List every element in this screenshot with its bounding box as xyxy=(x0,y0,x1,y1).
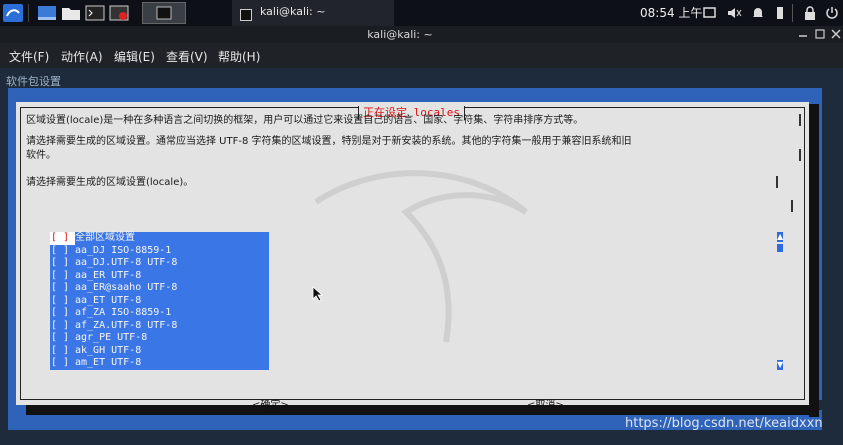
dialog-description: 区域设置(locale)是一种在多种语言之间切换的框架，用户可以通过它来设置自己… xyxy=(26,115,584,126)
locale-list-item[interactable]: [ ] aa_DJ.UTF-8 UTF-8 xyxy=(50,257,177,270)
terminal-header: 软件包设置 xyxy=(6,75,61,88)
kali-menu-icon[interactable] xyxy=(2,3,24,23)
lock-icon[interactable] xyxy=(802,5,824,25)
locale-checkbox[interactable]: [ ] xyxy=(50,320,75,333)
show-desktop-icon[interactable] xyxy=(36,3,58,23)
locale-checkbox[interactable]: [ ] xyxy=(50,357,75,370)
terminal-area[interactable]: 软件包设置 正在设定 locales 区域设置(locale)是一种在多种语言之… xyxy=(0,68,843,445)
locale-label: agr_PE UTF-8 xyxy=(75,332,148,343)
close-icon[interactable] xyxy=(831,28,841,43)
locale-list-item[interactable]: [ ] af_ZA ISO-8859-1 xyxy=(50,307,171,320)
dialog-instruction: 请选择需要生成的区域设置。通常应当选择 UTF-8 字符集的区域设置，特别是对于… xyxy=(26,136,632,147)
locale-label: af_ZA ISO-8859-1 xyxy=(75,307,172,318)
scroll-thumb[interactable] xyxy=(777,244,783,252)
menu-actions[interactable]: 动作(A) xyxy=(61,48,103,65)
locale-checkbox[interactable]: [ ] xyxy=(50,345,75,358)
taskbar: kali@kali: ~ 08:54 上午 xyxy=(0,0,843,26)
list-scrollbar[interactable]: ▲ ▼ xyxy=(777,232,783,370)
locale-checkbox[interactable]: [ ] xyxy=(50,270,75,283)
window-titlebar[interactable]: kali@kali: ~ xyxy=(0,26,843,43)
locale-label: aa_ET UTF-8 xyxy=(75,294,142,306)
terminal-icon[interactable] xyxy=(84,3,106,23)
locale-label: am_ET UTF-8 xyxy=(75,357,142,368)
menu-edit[interactable]: 编辑(E) xyxy=(114,48,155,65)
locale-list-item[interactable]: [ ] aa_DJ ISO-8859-1 xyxy=(50,245,171,258)
clock-time: 08:54 xyxy=(640,6,675,20)
locale-label: aa_ER@saaho UTF-8 xyxy=(75,282,178,293)
window-title: kali@kali: ~ xyxy=(367,28,433,41)
locale-list-item[interactable]: [ ] aa_ER UTF-8 xyxy=(50,270,141,283)
locale-label: aa_DJ.UTF-8 UTF-8 xyxy=(75,257,178,268)
locale-list-item[interactable]: [ ] am_ET UTF-8 xyxy=(50,357,141,370)
maximize-icon[interactable] xyxy=(815,28,825,43)
locale-checkbox[interactable]: [ ] xyxy=(50,232,75,245)
power-icon[interactable] xyxy=(824,5,843,25)
mouse-pointer-icon xyxy=(312,286,324,306)
scroll-up-icon[interactable]: ▲ xyxy=(777,232,783,242)
locale-checklist[interactable]: [ ] 全部区域设置[ ] aa_DJ ISO-8859-1[ ] aa_DJ.UTF… xyxy=(50,232,269,370)
menubar: 文件(F) 动作(A) 编辑(E) 查看(V) 帮助(H) xyxy=(0,43,843,68)
locale-label: aa_DJ ISO-8859-1 xyxy=(75,244,172,256)
volume-icon[interactable] xyxy=(726,5,748,25)
watermark-url: https://blog.csdn.net/keaidxxn xyxy=(625,416,823,431)
dialog-shadow xyxy=(809,104,819,417)
divider xyxy=(792,4,793,22)
minimize-icon[interactable] xyxy=(798,27,808,42)
locale-checkbox[interactable]: [ ] xyxy=(50,245,75,258)
right-edge-mark xyxy=(776,176,778,188)
battery-icon[interactable] xyxy=(772,5,794,25)
locale-checkbox[interactable]: [ ] xyxy=(50,332,75,345)
dialog-instruction-cont: 软件。 xyxy=(26,150,56,161)
locale-list-item[interactable]: [ ] aa_ET UTF-8 xyxy=(50,295,141,308)
locale-label: af_ZA.UTF-8 UTF-8 xyxy=(75,319,178,331)
ok-button[interactable]: <确定> xyxy=(252,396,289,411)
locale-checkbox[interactable]: [ ] xyxy=(50,257,75,270)
workspace-indicator-icon[interactable] xyxy=(702,5,724,25)
cancel-button[interactable]: <取消> xyxy=(527,396,564,411)
right-edge-mark xyxy=(799,149,801,161)
terminal-small-icon xyxy=(240,6,252,25)
clock-period: 上午 xyxy=(678,6,703,20)
locale-label: ak_GH UTF-8 xyxy=(75,344,142,356)
locales-dialog: 正在设定 locales 区域设置(locale)是一种在多种语言之间切换的框架… xyxy=(16,102,809,411)
right-edge-mark xyxy=(799,114,801,126)
dialog-shadow xyxy=(26,405,819,415)
menu-file[interactable]: 文件(F) xyxy=(9,48,49,65)
locale-label: 全部区域设置 xyxy=(75,232,135,243)
dialog-prompt: 请选择需要生成的区域设置(locale)。 xyxy=(26,177,194,188)
locale-list-item[interactable]: [ ] ak_GH UTF-8 xyxy=(50,345,141,358)
locale-checkbox[interactable]: [ ] xyxy=(50,307,75,320)
locale-checkbox[interactable]: [ ] xyxy=(50,295,75,308)
root-terminal-icon[interactable] xyxy=(108,3,130,23)
menu-help[interactable]: 帮助(H) xyxy=(218,48,260,65)
taskbar-window-button[interactable]: kali@kali: ~ xyxy=(232,0,394,26)
taskbar-window-title: kali@kali: ~ xyxy=(260,5,326,18)
menu-view[interactable]: 查看(V) xyxy=(166,48,208,65)
scroll-down-icon[interactable]: ▼ xyxy=(777,360,783,370)
notification-bell-icon[interactable] xyxy=(750,5,772,25)
locale-list-item[interactable]: [ ] aa_ER@saaho UTF-8 xyxy=(50,282,177,295)
locale-list-item[interactable]: [ ] af_ZA.UTF-8 UTF-8 xyxy=(50,320,177,333)
workspace-switcher[interactable] xyxy=(142,2,186,24)
divider xyxy=(28,4,29,22)
locale-checkbox[interactable]: [ ] xyxy=(50,282,75,295)
locale-list-item[interactable]: [ ] agr_PE UTF-8 xyxy=(50,332,147,345)
file-manager-icon[interactable] xyxy=(60,3,82,23)
locale-label: aa_ER UTF-8 xyxy=(75,269,142,281)
right-edge-mark xyxy=(791,200,793,212)
locale-list-item[interactable]: [ ] 全部区域设置 xyxy=(50,232,135,245)
